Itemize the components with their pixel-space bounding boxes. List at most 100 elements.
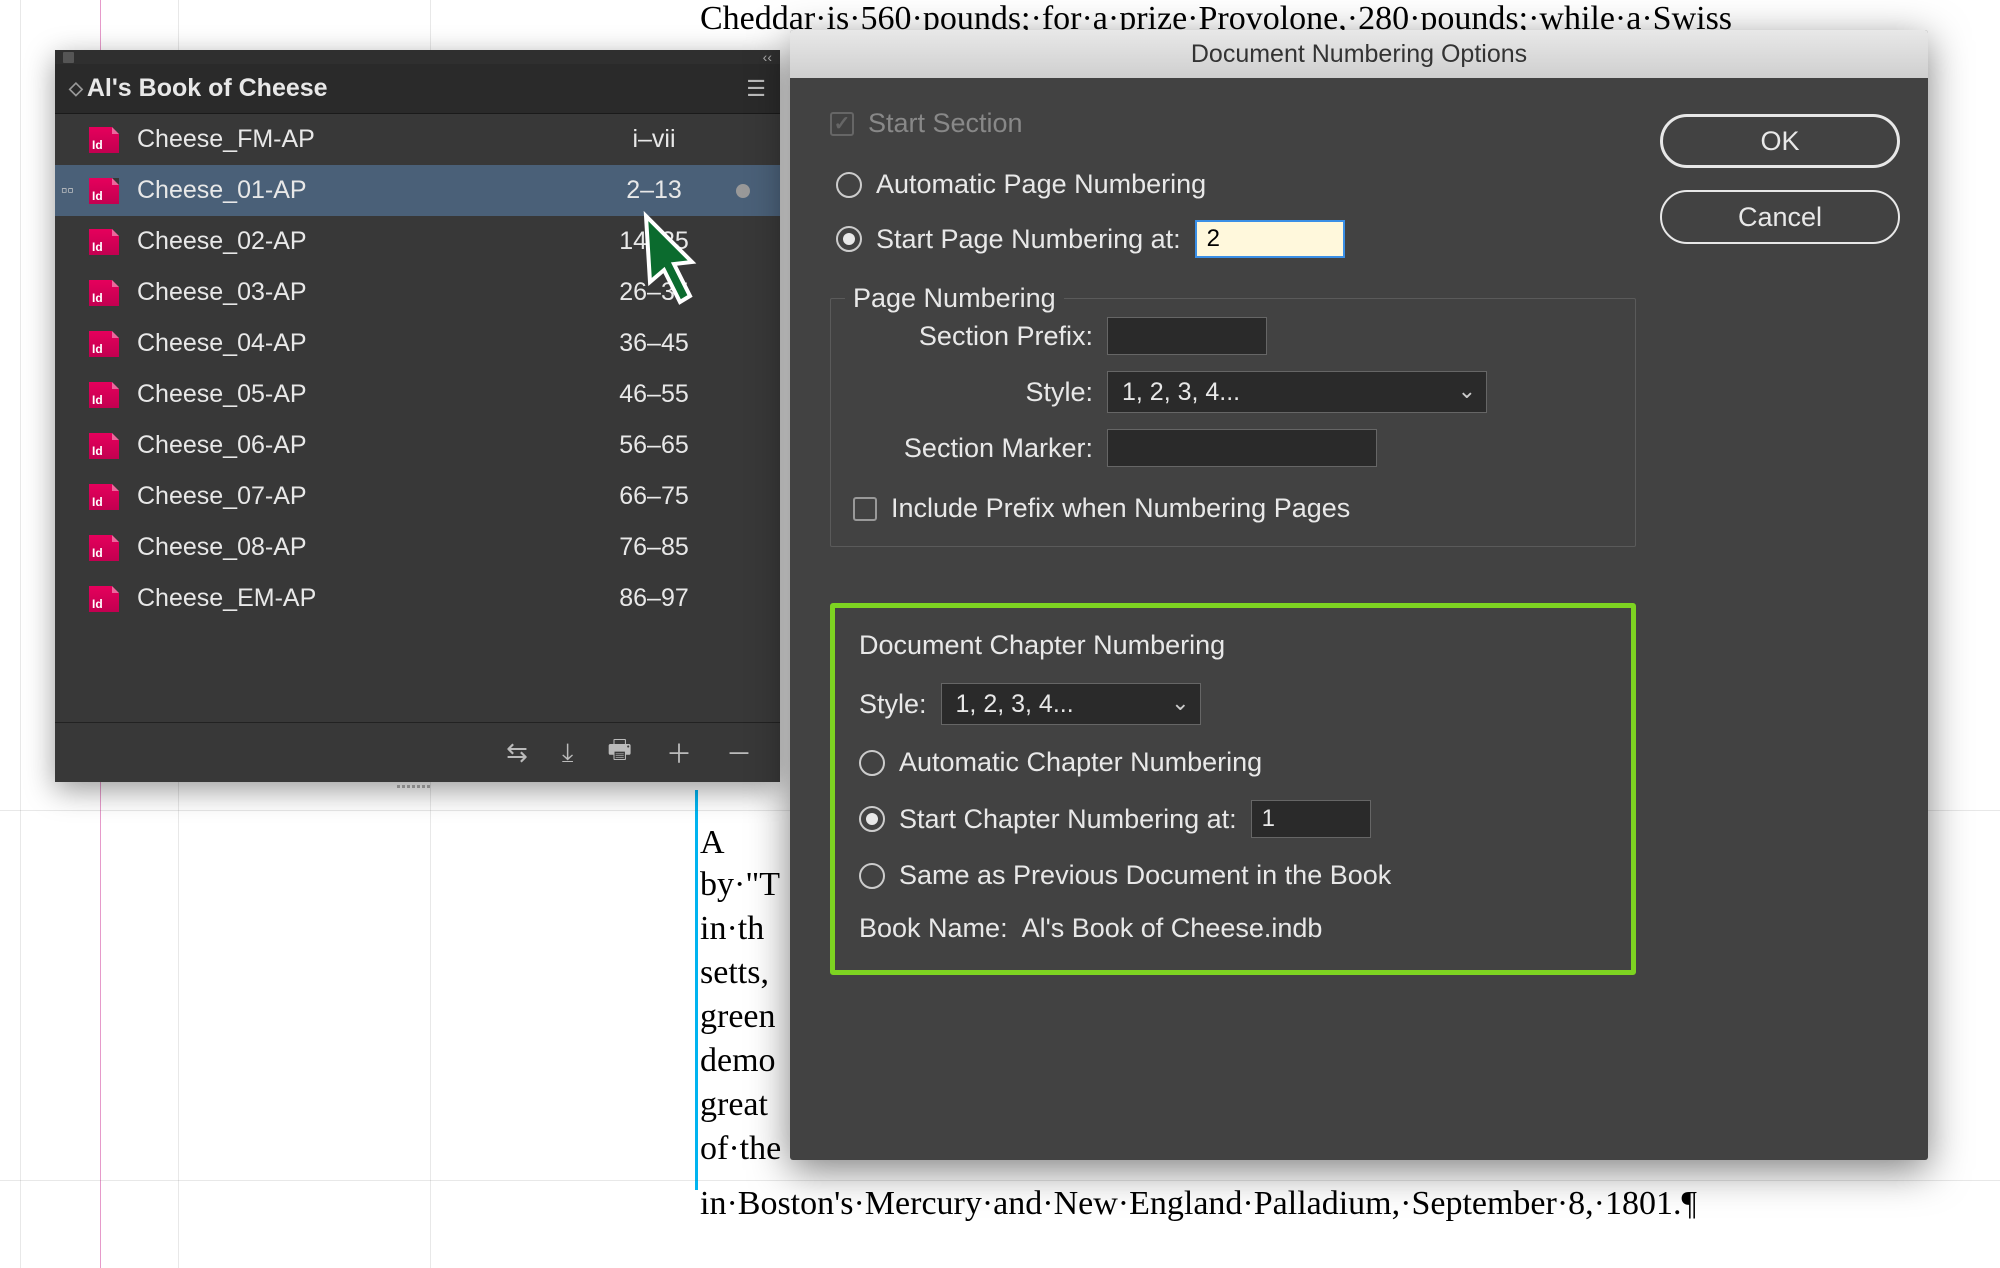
doc-range: 2–13 [594,176,714,205]
collapse-icon[interactable]: ‹‹ [763,52,772,62]
start-page-radio[interactable] [836,226,862,252]
doc-text: demo [700,1042,776,1080]
panel-title: ◇ Al's Book of Cheese [69,74,328,103]
book-doc-row[interactable]: ▫▫ Cheese_01-AP 2–13 [55,165,780,216]
section-marker-input[interactable] [1107,429,1377,467]
doc-range: 26–35 [594,278,714,307]
book-doc-row[interactable]: Cheese_04-AP 36–45 [55,318,780,369]
include-prefix-checkbox[interactable] [853,497,877,521]
indesign-doc-icon [89,535,119,561]
chapter-style-label: Style: [859,689,927,720]
doc-name: Cheese_07-AP [137,482,576,511]
page-numbering-legend: Page Numbering [845,283,1064,314]
indesign-doc-icon [89,229,119,255]
doc-text: A [700,824,725,862]
panel-tabbar: ◇ Al's Book of Cheese ☰ [55,64,780,114]
doc-text: in·th [700,910,764,948]
start-chapter-row[interactable]: Start Chapter Numbering at: [859,800,1607,838]
doc-range: 86–97 [594,584,714,613]
start-page-input[interactable] [1195,220,1345,258]
auto-page-radio[interactable] [836,172,862,198]
doc-text: great [700,1086,768,1124]
doc-text: setts, [700,954,769,992]
doc-range: i–vii [594,125,714,154]
section-prefix-label: Section Prefix: [853,321,1093,352]
book-doc-row[interactable]: Cheese_07-AP 66–75 [55,471,780,522]
doc-name: Cheese_06-AP [137,431,576,460]
save-icon[interactable]: ⤓ [562,737,574,769]
book-doc-list: Cheese_FM-AP i–vii ▫▫ Cheese_01-AP 2–13 … [55,114,780,722]
doc-name: Cheese_FM-AP [137,125,576,154]
page-style-select[interactable]: 1, 2, 3, 4... [1107,371,1487,413]
start-chapter-input[interactable] [1251,800,1371,838]
dialog-title[interactable]: Document Numbering Options [790,30,1928,78]
start-page-row[interactable]: Start Page Numbering at: [836,220,1636,258]
start-section-label: Start Section [868,108,1023,139]
doc-name: Cheese_01-AP [137,176,576,205]
book-doc-row[interactable]: Cheese_EM-AP 86–97 [55,573,780,624]
include-prefix-row[interactable]: Include Prefix when Numbering Pages [853,493,1613,524]
doc-range: 14–25 [594,227,714,256]
doc-name: Cheese_03-AP [137,278,576,307]
doc-name: Cheese_02-AP [137,227,576,256]
book-name-row: Book Name: Al's Book of Cheese.indb [859,913,1607,944]
doc-range: 36–45 [594,329,714,358]
auto-chapter-radio[interactable] [859,750,885,776]
doc-range: 66–75 [594,482,714,511]
auto-chapter-row[interactable]: Automatic Chapter Numbering [859,747,1607,778]
document-open-icon: ▫▫ [61,180,74,201]
auto-chapter-label: Automatic Chapter Numbering [899,747,1262,778]
frame-edge [695,790,698,1190]
book-doc-row[interactable]: Cheese_05-AP 46–55 [55,369,780,420]
indesign-doc-icon [89,280,119,306]
page-style-value: 1, 2, 3, 4... [1122,378,1240,407]
guide [0,1180,2000,1181]
cancel-button[interactable]: Cancel [1660,190,1900,244]
ok-button[interactable]: OK [1660,114,1900,168]
book-name-value: Al's Book of Cheese.indb [1022,913,1323,944]
doc-name: Cheese_04-AP [137,329,576,358]
indesign-doc-icon [89,484,119,510]
doc-name: Cheese_08-AP [137,533,576,562]
panel-grip[interactable] [338,785,488,795]
panel-title-label: Al's Book of Cheese [87,74,328,103]
chapter-legend: Document Chapter Numbering [859,630,1607,661]
doc-text: of·the [700,1130,781,1168]
same-prev-row[interactable]: Same as Previous Document in the Book [859,860,1607,891]
doc-range: 76–85 [594,533,714,562]
book-doc-row[interactable]: Cheese_08-AP 76–85 [55,522,780,573]
auto-page-row[interactable]: Automatic Page Numbering [836,169,1636,200]
start-chapter-radio[interactable] [859,806,885,832]
remove-icon[interactable]: － [726,734,752,771]
chapter-style-select[interactable]: 1, 2, 3, 4... [941,683,1201,725]
book-doc-row[interactable]: Cheese_FM-AP i–vii [55,114,780,165]
section-marker-label: Section Marker: [853,433,1093,464]
panel-topbar: ‹‹ [55,50,780,64]
chapter-style-value: 1, 2, 3, 4... [956,690,1074,719]
indesign-doc-icon [89,382,119,408]
start-chapter-label: Start Chapter Numbering at: [899,804,1237,835]
book-doc-row[interactable]: Cheese_02-AP 14–25 [55,216,780,267]
panel-footer: ⇆ ⤓ 🖶 ＋ － [55,722,780,782]
doc-range: 46–55 [594,380,714,409]
sort-icon[interactable]: ◇ [69,78,79,99]
indesign-doc-icon [89,586,119,612]
start-page-label: Start Page Numbering at: [876,224,1181,255]
book-doc-row[interactable]: Cheese_06-AP 56–65 [55,420,780,471]
add-icon[interactable]: ＋ [666,734,692,771]
indesign-doc-icon [89,331,119,357]
numbering-dialog: Document Numbering Options Start Section… [790,30,1928,1160]
sync-icon[interactable]: ⇆ [506,737,528,768]
print-icon[interactable]: 🖶 [607,731,632,775]
doc-text: green [700,998,776,1036]
status-dot [736,184,750,198]
panel-menu-icon[interactable]: ☰ [746,76,766,102]
close-icon[interactable] [63,52,74,63]
indesign-doc-icon [89,433,119,459]
start-section-checkbox [830,112,854,136]
include-prefix-label: Include Prefix when Numbering Pages [891,493,1350,524]
same-prev-radio[interactable] [859,863,885,889]
doc-name: Cheese_EM-AP [137,584,576,613]
section-prefix-input[interactable] [1107,317,1267,355]
book-doc-row[interactable]: Cheese_03-AP 26–35 [55,267,780,318]
